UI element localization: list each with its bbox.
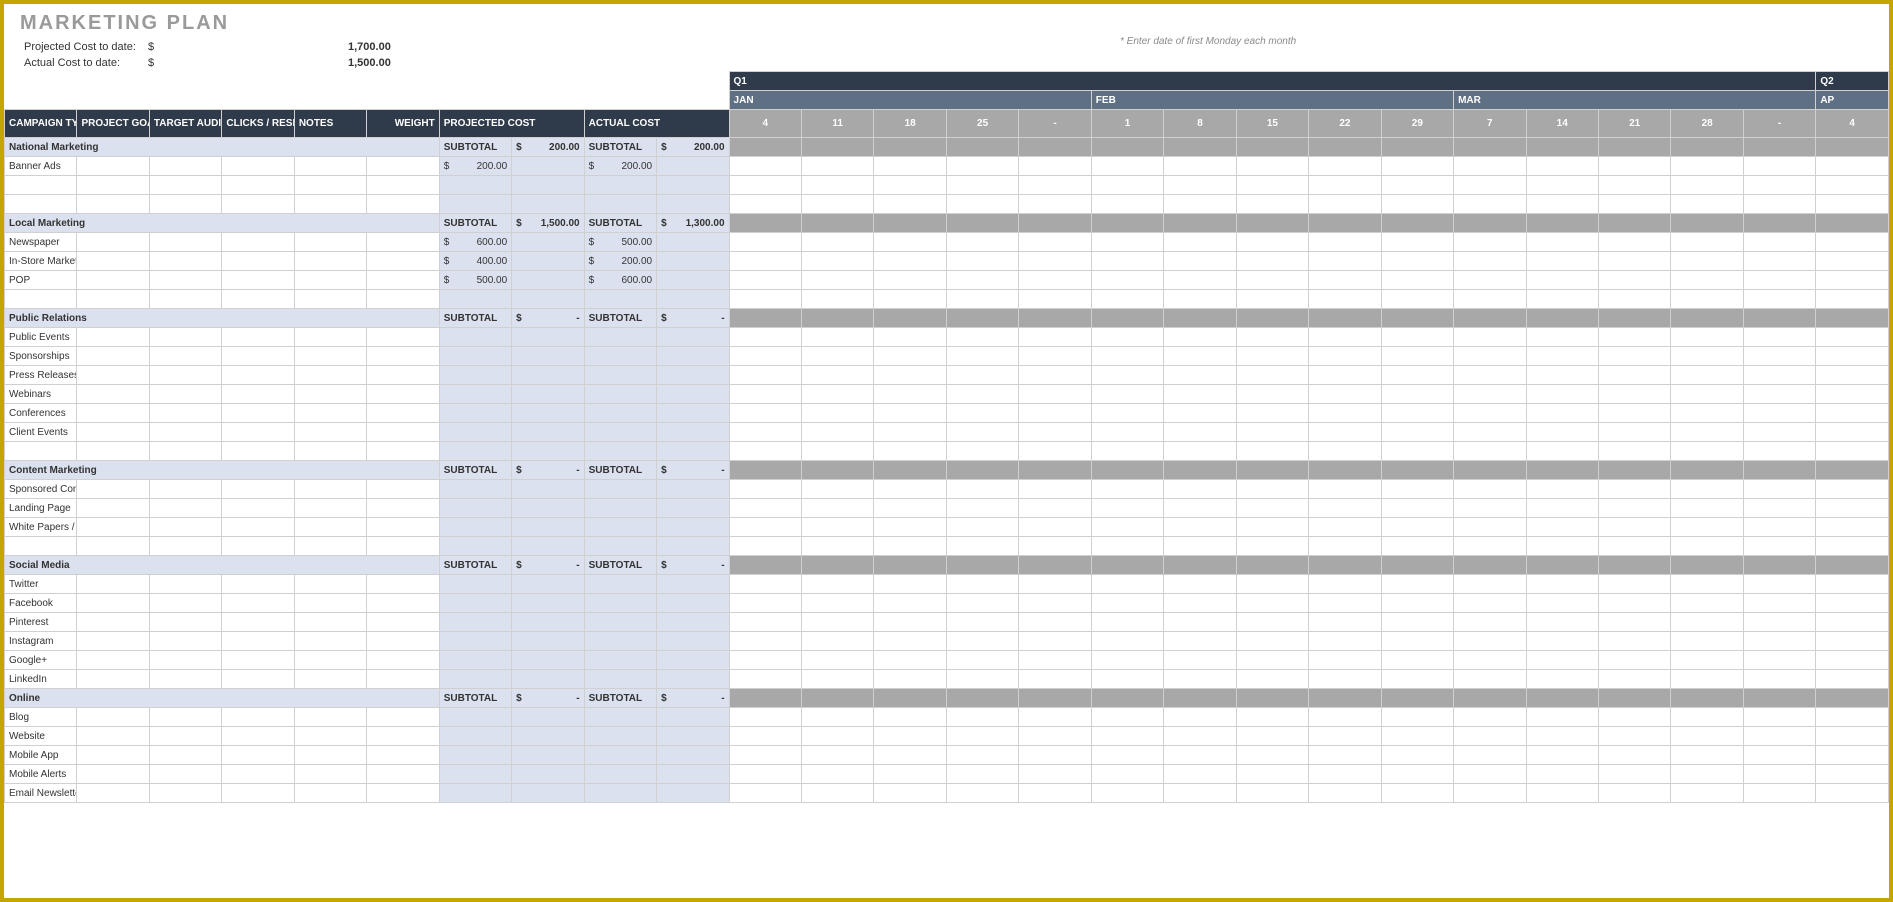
page-title: MARKETING PLAN — [20, 12, 1873, 35]
row-item[interactable]: LinkedIn — [5, 670, 77, 689]
row-item[interactable]: Banner Ads — [5, 157, 77, 176]
row-item[interactable] — [5, 442, 77, 461]
row-item[interactable]: Blog — [5, 708, 77, 727]
row-item[interactable]: Instagram — [5, 632, 77, 651]
actual-cost-currency: $ — [148, 57, 348, 69]
row-item[interactable]: Landing Page — [5, 499, 77, 518]
row-item[interactable]: Press Releases — [5, 366, 77, 385]
plan-grid[interactable]: Q1Q2JANFEBMARAPCAMPAIGN TYPEPROJECT GOAL… — [4, 71, 1889, 803]
row-item[interactable]: Webinars — [5, 385, 77, 404]
actual-cost-value: 1,500.00 — [348, 57, 391, 69]
row-item[interactable]: Mobile App — [5, 746, 77, 765]
row-item[interactable]: Client Events — [5, 423, 77, 442]
actual-cost-label: Actual Cost to date: — [24, 57, 148, 69]
row-item[interactable] — [5, 176, 77, 195]
row-item[interactable]: Google+ — [5, 651, 77, 670]
row-item[interactable]: Pinterest — [5, 613, 77, 632]
row-item[interactable]: Sponsored Content — [5, 480, 77, 499]
projected-cost-value: 1,700.00 — [348, 41, 391, 53]
row-item[interactable]: Email Newsletter — [5, 784, 77, 803]
row-item[interactable]: In-Store Marketing — [5, 252, 77, 271]
row-item[interactable] — [5, 537, 77, 556]
row-item[interactable]: White Papers / ebooks — [5, 518, 77, 537]
projected-cost-label: Projected Cost to date: — [24, 41, 148, 53]
row-item[interactable]: Mobile Alerts — [5, 765, 77, 784]
row-item[interactable]: Public Events — [5, 328, 77, 347]
row-item[interactable]: Twitter — [5, 575, 77, 594]
row-item[interactable]: Newspaper — [5, 233, 77, 252]
row-item[interactable] — [5, 290, 77, 309]
projected-cost-currency: $ — [148, 41, 348, 53]
row-item[interactable]: Sponsorships — [5, 347, 77, 366]
row-item[interactable] — [5, 195, 77, 214]
hint-text: * Enter date of first Monday each month — [1120, 36, 1296, 47]
row-item[interactable]: Website — [5, 727, 77, 746]
row-item[interactable]: Conferences — [5, 404, 77, 423]
row-item[interactable]: POP — [5, 271, 77, 290]
row-item[interactable]: Facebook — [5, 594, 77, 613]
